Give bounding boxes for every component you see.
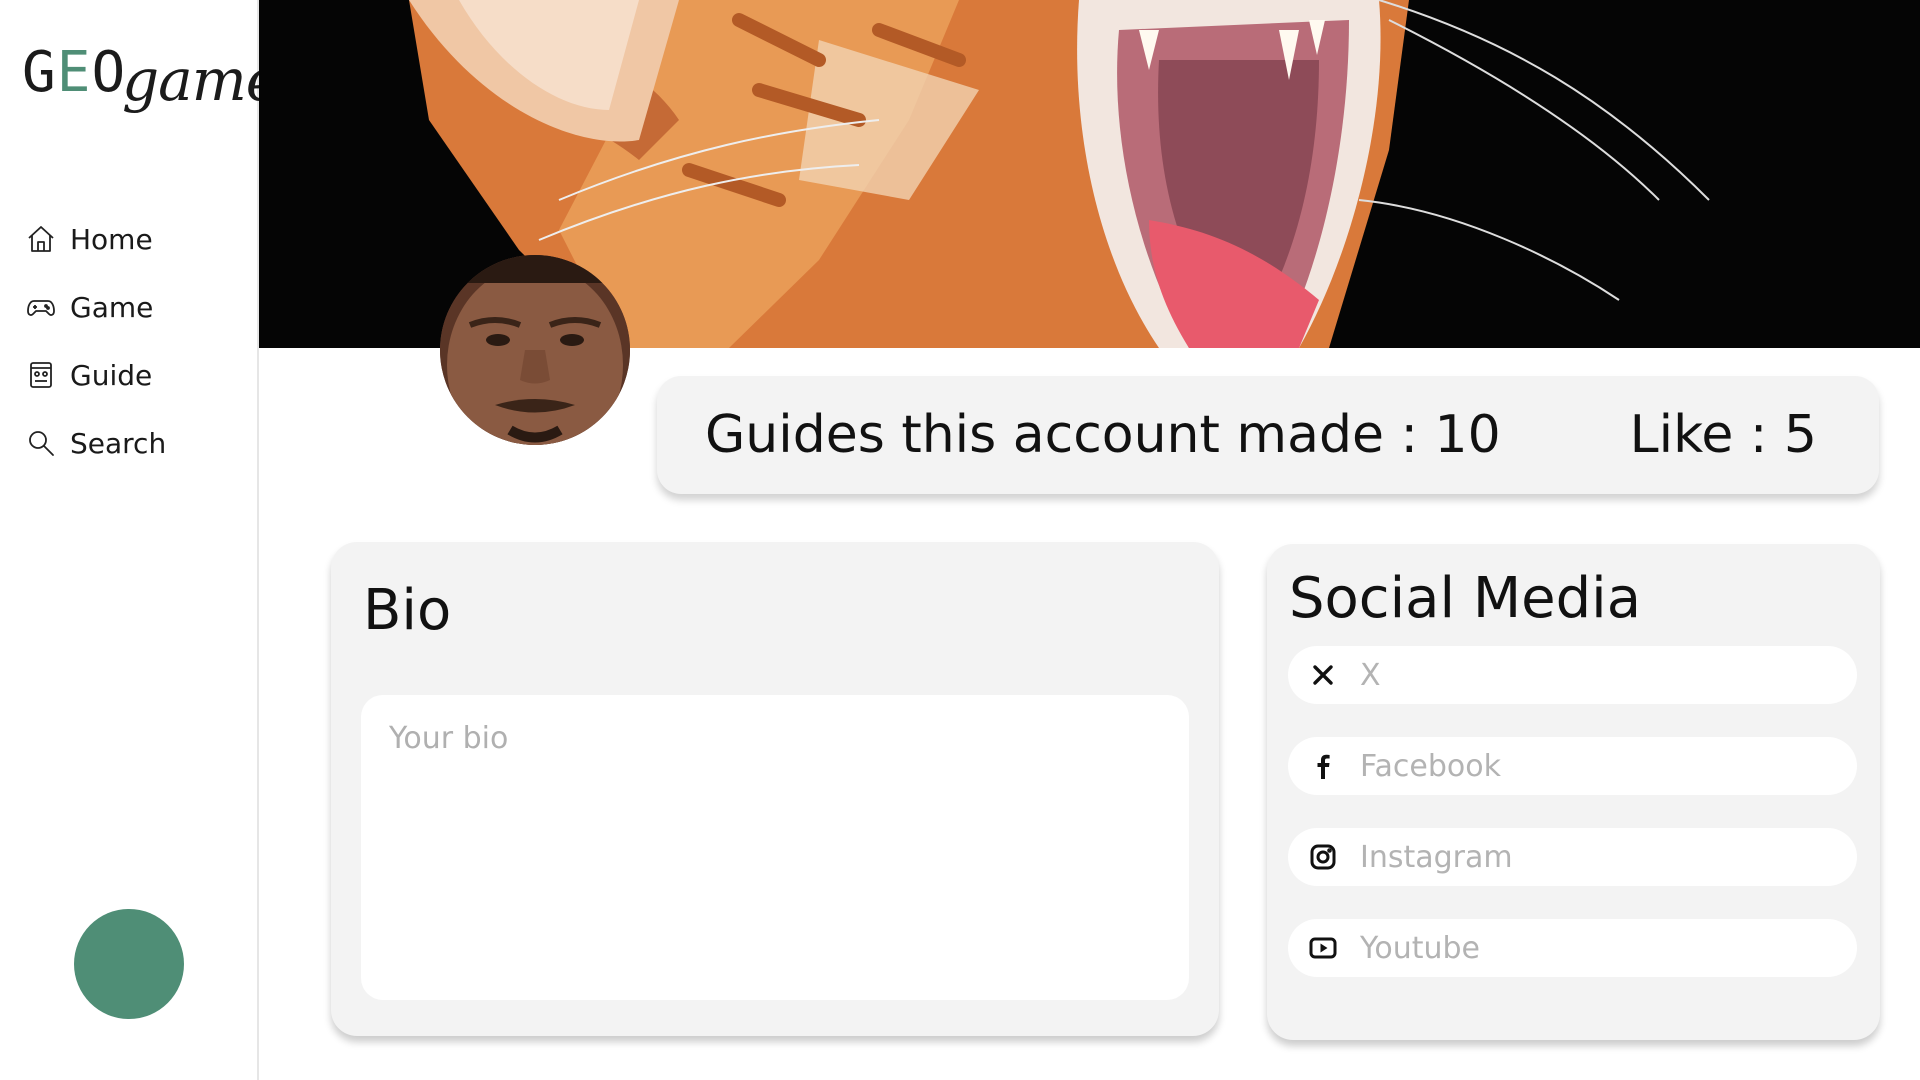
likes-count: Like : 5: [1629, 405, 1817, 465]
logo-geo: GEO: [22, 40, 126, 105]
sidebar-item-search[interactable]: Search: [26, 409, 166, 477]
x-icon: [1306, 658, 1340, 692]
social-field-facebook: [1288, 736, 1857, 796]
instagram-input[interactable]: [1358, 827, 1857, 887]
sidebar-item-label: Game: [70, 290, 154, 324]
instagram-icon: [1306, 840, 1340, 874]
sidebar-item-label: Home: [70, 222, 153, 256]
sidebar-item-home[interactable]: Home: [26, 205, 166, 273]
gamepad-icon: [26, 292, 56, 322]
facebook-icon: [1306, 749, 1340, 783]
x-input[interactable]: [1358, 645, 1857, 705]
search-icon: [26, 428, 56, 458]
social-field-youtube: [1288, 918, 1857, 978]
profile-avatar[interactable]: [440, 255, 630, 445]
sidebar-nav: Home Game Guide Search: [26, 205, 166, 477]
sidebar-item-label: Search: [70, 426, 167, 460]
logo-letter-o: O: [91, 40, 127, 105]
app-logo[interactable]: GEO game: [22, 40, 280, 140]
home-icon: [26, 224, 56, 254]
facebook-input[interactable]: [1358, 736, 1857, 796]
sidebar-item-guide[interactable]: Guide: [26, 341, 166, 409]
logo-letter-g: G: [22, 40, 57, 105]
profile-stats-bar: Guides this account made : 10 Like : 5: [657, 376, 1879, 494]
logo-game: game: [122, 46, 280, 114]
sidebar-item-game[interactable]: Game: [26, 273, 166, 341]
bio-card: Bio: [331, 542, 1219, 1036]
social-field-instagram: [1288, 827, 1857, 887]
guide-icon: [26, 360, 56, 390]
social-media-card: Social Media: [1267, 544, 1880, 1040]
user-avatar-button[interactable]: [74, 909, 184, 1019]
social-field-x: [1288, 645, 1857, 705]
sidebar: GEO game Home Game Guide Search: [0, 0, 280, 1080]
logo-letter-e: E: [56, 40, 92, 105]
youtube-input[interactable]: [1358, 918, 1857, 978]
sidebar-item-label: Guide: [70, 358, 153, 392]
youtube-icon: [1306, 931, 1340, 965]
guides-count: Guides this account made : 10: [705, 405, 1501, 465]
bio-input[interactable]: [361, 695, 1189, 1000]
bio-title: Bio: [363, 578, 452, 643]
social-media-title: Social Media: [1289, 566, 1642, 631]
